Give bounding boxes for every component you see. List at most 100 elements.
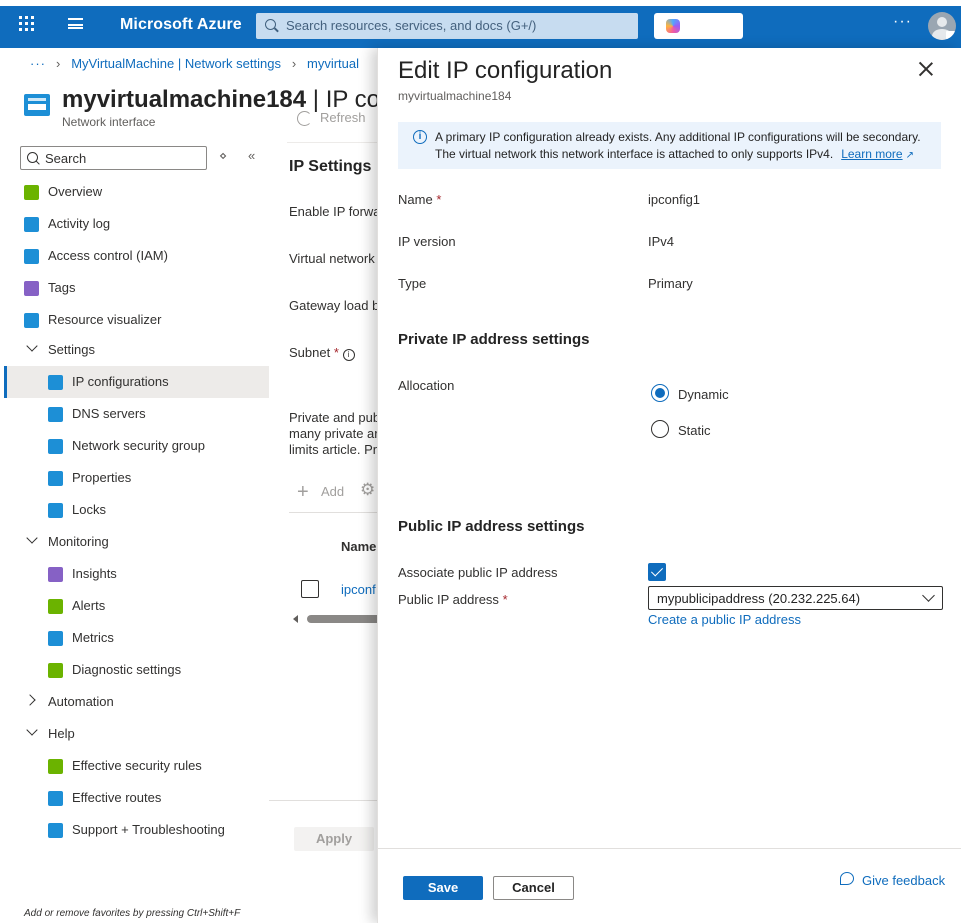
scrollbar-thumb[interactable] (307, 615, 379, 623)
close-icon[interactable] (919, 62, 933, 76)
collapse-menu-icon[interactable]: « (248, 148, 255, 163)
ip-config-row-link[interactable]: ipconf (341, 582, 376, 597)
info-text: The virtual network this network interfa… (435, 147, 834, 161)
create-public-ip-link[interactable]: Create a public IP address (648, 612, 801, 627)
nav-item-label: Access control (IAM) (48, 248, 168, 263)
pane-title: Edit IP configuration (398, 57, 613, 84)
chevron-down-icon (922, 589, 935, 602)
ip-settings-heading: IP Settings (289, 158, 372, 175)
row-checkbox[interactable] (301, 580, 319, 598)
hamburger-menu-icon[interactable] (68, 18, 83, 29)
subnet-label: Subnet * i (289, 345, 355, 361)
paragraph-line: Private and pub (289, 410, 379, 425)
copilot-button[interactable]: Copilot (654, 13, 743, 39)
app-launcher-icon[interactable] (19, 16, 35, 32)
horizontal-scrollbar[interactable] (289, 614, 379, 624)
info-banner: i A primary IP configuration already exi… (398, 122, 941, 169)
nav-item-support-troubleshooting[interactable]: Support + Troubleshooting (4, 814, 269, 846)
gear-icon[interactable]: ⚙ (360, 480, 375, 500)
external-link-icon: ↗ (905, 150, 914, 161)
public-ip-selected-value: mypublicipaddress (20.232.225.64) (657, 591, 861, 606)
nav-item-effective-security-rules[interactable]: Effective security rules (4, 750, 269, 782)
enable-ip-forwarding-label: Enable IP forwa (289, 204, 379, 219)
ip-version-value: IPv4 (648, 234, 675, 249)
ip-configurations-content: Refresh IP Settings Enable IP forwa Virt… (269, 96, 379, 876)
virtual-network-label: Virtual network (289, 251, 375, 266)
type-label: Type (398, 276, 427, 291)
refresh-icon (297, 111, 312, 126)
scroll-left-icon[interactable] (293, 615, 298, 623)
public-ip-address-label: Public IP address * (398, 592, 508, 607)
public-ip-label-text: Public IP address (398, 592, 499, 607)
cancel-button[interactable]: Cancel (493, 876, 574, 900)
nav-search-input[interactable]: Search (20, 146, 207, 170)
breadcrumb-more-icon[interactable]: ··· (30, 56, 46, 71)
nav-item-label: Effective routes (72, 790, 162, 805)
left-edge (0, 48, 4, 923)
static-radio-label[interactable]: Static (678, 423, 711, 438)
expand-collapse-icon[interactable]: ⋄ (219, 148, 227, 164)
download-icon (48, 759, 63, 774)
breadcrumb-item[interactable]: MyVirtualMachine | Network settings (71, 56, 281, 71)
more-options-icon[interactable]: ··· (893, 13, 912, 31)
nav-item-diagnostic-settings[interactable]: Diagnostic settings (4, 654, 269, 686)
nav-item-metrics[interactable]: Metrics (4, 622, 269, 654)
info-text-line-2: The virtual network this network interfa… (435, 147, 914, 161)
nav-item-locks[interactable]: Locks (4, 494, 269, 526)
activity-log-icon (24, 217, 39, 232)
gateway-load-balancer-label: Gateway load b (289, 298, 379, 313)
global-search-input[interactable]: Search resources, services, and docs (G+… (256, 13, 638, 39)
nav-item-ip-configurations[interactable]: IP configurations (4, 366, 269, 398)
nav-item-label: DNS servers (72, 406, 146, 421)
chevron-down-icon (26, 534, 38, 546)
nav-item-automation[interactable]: Automation (4, 686, 269, 718)
edit-ip-configuration-pane: Edit IP configuration myvirtualmachine18… (377, 48, 961, 923)
brand-title[interactable]: Microsoft Azure (120, 16, 242, 34)
name-value: ipconfig1 (648, 192, 701, 207)
associate-public-ip-label: Associate public IP address (398, 565, 558, 580)
nav-item-resource-visualizer[interactable]: Resource visualizer (4, 304, 269, 336)
nav-item-effective-routes[interactable]: Effective routes (4, 782, 269, 814)
nav-item-settings[interactable]: Settings (4, 334, 269, 366)
nav-item-properties[interactable]: Properties (4, 462, 269, 494)
network-interface-icon (24, 94, 50, 116)
alert-icon (48, 599, 63, 614)
global-search-placeholder: Search resources, services, and docs (G+… (286, 18, 537, 33)
avatar[interactable] (928, 12, 956, 40)
nav-item-dns-servers[interactable]: DNS servers (4, 398, 269, 430)
nav-item-access-control-iam[interactable]: Access control (IAM) (4, 240, 269, 272)
info-text-line-1: A primary IP configuration already exist… (435, 130, 921, 144)
nav-item-activity-log[interactable]: Activity log (4, 208, 269, 240)
info-icon[interactable]: i (342, 349, 355, 361)
nav-item-label: Diagnostic settings (72, 662, 182, 677)
top-bar: Microsoft Azure Search resources, servic… (0, 0, 961, 48)
nav-item-monitoring[interactable]: Monitoring (4, 526, 269, 558)
search-icon (27, 152, 38, 163)
nav-item-help[interactable]: Help (4, 718, 269, 750)
breadcrumb-item[interactable]: myvirtual (307, 56, 359, 71)
nav-item-label: Activity log (48, 216, 111, 231)
column-header-name[interactable]: Name (341, 539, 376, 554)
nav-item-insights[interactable]: Insights (4, 558, 269, 590)
lock-icon (48, 503, 63, 518)
apply-button[interactable]: Apply (294, 827, 374, 851)
nav-item-label: Resource visualizer (48, 312, 162, 327)
nav-item-label: Alerts (72, 598, 106, 613)
metrics-icon (48, 631, 63, 646)
dynamic-radio-label[interactable]: Dynamic (678, 387, 729, 402)
static-radio[interactable] (651, 420, 669, 438)
nav-item-tags[interactable]: Tags (4, 272, 269, 304)
nav-item-network-security-group[interactable]: Network security group (4, 430, 269, 462)
shield-icon (48, 439, 63, 454)
nav-item-label: Effective security rules (72, 758, 202, 773)
subnet-label-text: Subnet (289, 345, 331, 360)
dynamic-radio[interactable] (651, 384, 669, 402)
dns-icon (48, 407, 63, 422)
save-button[interactable]: Save (403, 876, 483, 900)
associate-public-ip-checkbox[interactable] (648, 563, 666, 581)
nav-item-overview[interactable]: Overview (4, 176, 269, 208)
nav-item-alerts[interactable]: Alerts (4, 590, 269, 622)
public-ip-address-dropdown[interactable]: mypublicipaddress (20.232.225.64) (648, 586, 943, 610)
learn-more-link[interactable]: Learn more (841, 147, 902, 161)
copilot-label: Copilot (686, 18, 731, 33)
